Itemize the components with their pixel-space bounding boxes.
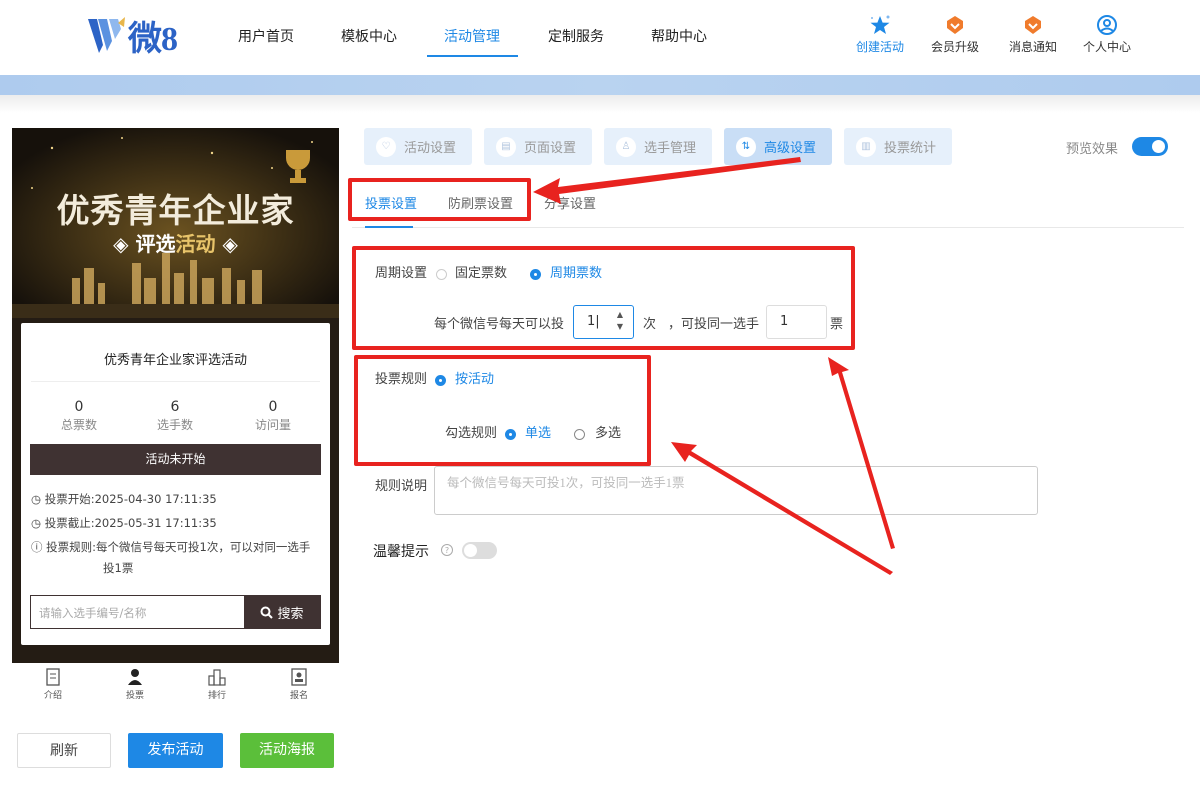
- annotation-arrows: [533, 157, 895, 575]
